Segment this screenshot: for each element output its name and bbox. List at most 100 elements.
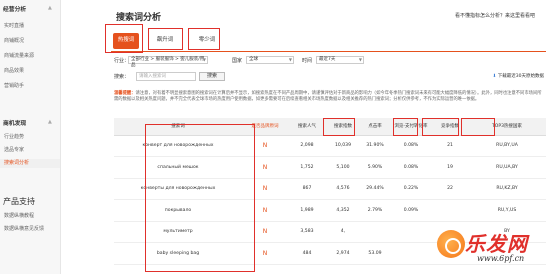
cell-brand: N xyxy=(242,199,288,222)
sidebar-item-traffic[interactable]: 商铺流量来源 xyxy=(4,52,34,59)
industry-value: 全部行业 > 服装服饰 > 婴儿服装/用品 xyxy=(131,57,205,68)
country-value: 全球 xyxy=(249,57,258,62)
chevron-up-icon[interactable]: ▲ xyxy=(48,5,52,11)
search-label: 搜索： xyxy=(114,74,130,80)
header-index[interactable]: 搜索指数 xyxy=(326,118,360,136)
cell-index: 4, xyxy=(326,221,360,243)
table-row: конверт для новорожденных N 2,098 10,039… xyxy=(114,135,546,157)
header-top3[interactable]: TOP3热搜国家 xyxy=(468,118,546,136)
product-support-title: 产品支持 xyxy=(3,197,35,206)
cell-brand: N xyxy=(242,135,288,157)
chevron-up-icon[interactable]: ▲ xyxy=(48,119,52,125)
country-select[interactable]: 全球 ▼ xyxy=(246,56,294,64)
cell-conversion: 0.08% xyxy=(390,156,432,179)
cell-conversion: 0.08% xyxy=(390,135,432,157)
cell-conversion xyxy=(390,242,432,265)
sidebar-item-search-analysis[interactable]: 搜索词分析 xyxy=(0,159,60,168)
sidebar-item-industry-trend[interactable]: 行业趋势 xyxy=(4,133,24,140)
filter-row: 行业： 全部行业 > 服装服饰 > 婴儿服装/用品 ▼ 国家 全球 ▼ 时间 最近7… xyxy=(114,56,544,68)
cell-ctr: 31.90% xyxy=(360,135,390,157)
cell-keyword[interactable]: конверты для новорожденных xyxy=(114,178,242,200)
cell-index: 4,352 xyxy=(326,199,360,222)
cell-top3: RU,Y,US xyxy=(468,199,546,222)
cell-brand: N xyxy=(242,156,288,179)
cell-top3: RU,UA,BY xyxy=(468,156,546,179)
time-label: 时间 xyxy=(302,58,313,64)
cell-competition: 19 xyxy=(432,156,468,179)
tab-hot-words[interactable]: 热搜词 xyxy=(113,33,139,49)
cell-brand: N xyxy=(242,242,288,265)
watermark-text: 乐发网 xyxy=(465,232,528,256)
header-brand[interactable]: 是否品牌原词 xyxy=(242,118,288,136)
tab-underline xyxy=(111,51,546,52)
sidebar-item-tutorial[interactable]: 数据纵横教程 xyxy=(4,212,34,219)
cell-popularity: 1,752 xyxy=(288,156,326,179)
header-ctr[interactable]: 点击率 xyxy=(360,118,390,136)
cell-index: 2,974 xyxy=(326,242,360,265)
cell-conversion xyxy=(390,221,432,243)
cell-ctr: 29.44% xyxy=(360,178,390,200)
sidebar-item-realtime[interactable]: 实时直播 xyxy=(4,22,24,29)
chevron-down-icon: ▼ xyxy=(358,57,362,62)
cell-brand: N xyxy=(242,178,288,200)
cell-conversion: 0.09% xyxy=(390,199,432,222)
search-row: 搜索： 请输入搜索词 搜索 ⬇ 下载最近30天原始数据 xyxy=(114,72,544,82)
cell-popularity: 484 xyxy=(288,242,326,265)
cell-ctr: 5.90% xyxy=(360,156,390,179)
cell-conversion: 0.22% xyxy=(390,178,432,200)
watermark: 乐发网 www.6pf.cn xyxy=(437,224,545,270)
cell-keyword[interactable]: конверт для новорожденных xyxy=(114,135,242,157)
sidebar-item-overview[interactable]: 商铺概况 xyxy=(4,37,24,44)
cell-popularity: 3,583 xyxy=(288,221,326,243)
cell-keyword[interactable]: спальный мешок xyxy=(114,156,242,179)
sidebar-section-title: 商机发现 xyxy=(3,121,27,127)
cell-index: 4,576 xyxy=(326,178,360,200)
download-label: 下载最近30天原始数据 xyxy=(497,74,544,79)
sidebar-item-products[interactable]: 商品效果 xyxy=(4,67,24,74)
table-header-row: 搜索词 是否品牌原词 搜索人气 搜索指数 点击率 浏览-支付转化率 竞争指数 T… xyxy=(114,118,546,136)
table-row: покрывало N 1,989 4,352 2.79% 0.09% RU,Y… xyxy=(114,199,546,222)
cell-top3: RU,BY,UA xyxy=(468,135,546,157)
cell-brand: N xyxy=(242,221,288,243)
notice: 温馨提醒：请注意，对有着不明显搜索意图的搜索词在计算后并不显示，如搜索热度在不同… xyxy=(114,91,544,102)
industry-select[interactable]: 全部行业 > 服装服饰 > 婴儿服装/用品 ▼ xyxy=(128,56,208,68)
tab-zero-few-words[interactable]: 零少词 xyxy=(192,33,222,49)
sidebar-item-product-expert[interactable]: 选品专家 xyxy=(4,146,24,153)
cell-keyword[interactable]: покрывало xyxy=(114,199,242,222)
cell-ctr xyxy=(360,221,390,243)
sidebar-item-feedback[interactable]: 数据纵横意见反馈 xyxy=(4,225,44,232)
cell-index: 10,039 xyxy=(326,135,360,157)
time-select[interactable]: 最近7天 ▼ xyxy=(316,56,364,64)
cell-ctr: 53.09 xyxy=(360,242,390,265)
cell-popularity: 1,989 xyxy=(288,199,326,222)
cell-popularity: 2,098 xyxy=(288,135,326,157)
page-title: 搜索词分析 xyxy=(116,13,162,23)
cell-keyword[interactable]: мультиметр xyxy=(114,221,242,243)
header-keyword[interactable]: 搜索词 xyxy=(114,118,242,136)
header-popularity[interactable]: 搜索人气 xyxy=(288,118,326,136)
download-link[interactable]: ⬇ 下载最近30天原始数据 xyxy=(493,73,544,79)
chevron-down-icon: ▼ xyxy=(202,57,206,62)
sidebar-section-title: 经营分析 xyxy=(3,7,27,13)
tab-rising-words[interactable]: 飙升词 xyxy=(150,33,180,49)
cell-competition: 21 xyxy=(432,135,468,157)
industry-label: 行业： xyxy=(114,58,130,64)
cell-popularity: 867 xyxy=(288,178,326,200)
download-icon: ⬇ xyxy=(492,74,497,79)
cell-ctr: 2.79% xyxy=(360,199,390,222)
help-link[interactable]: 看不懂指标怎么分析？来这里看看吧 xyxy=(455,12,535,19)
header-conversion[interactable]: 浏览-支付转化率 xyxy=(390,118,432,136)
time-value: 最近7天 xyxy=(319,57,336,62)
country-label: 国家 xyxy=(232,58,243,64)
cell-index: 5,100 xyxy=(326,156,360,179)
header-competition[interactable]: 竞争指数 xyxy=(432,118,468,136)
notice-label: 温馨提醒： xyxy=(114,91,136,96)
watermark-logo-icon xyxy=(437,230,465,258)
table-row: конверты для новорожденных N 867 4,576 2… xyxy=(114,178,546,200)
search-input[interactable]: 请输入搜索词 xyxy=(136,72,196,81)
sidebar-item-marketing[interactable]: 营销助手 xyxy=(4,82,24,89)
cell-keyword[interactable]: baby sleeping bag xyxy=(114,242,242,265)
watermark-url: www.6pf.cn xyxy=(477,254,525,263)
search-button[interactable]: 搜索 xyxy=(199,72,225,81)
cell-competition xyxy=(432,199,468,222)
